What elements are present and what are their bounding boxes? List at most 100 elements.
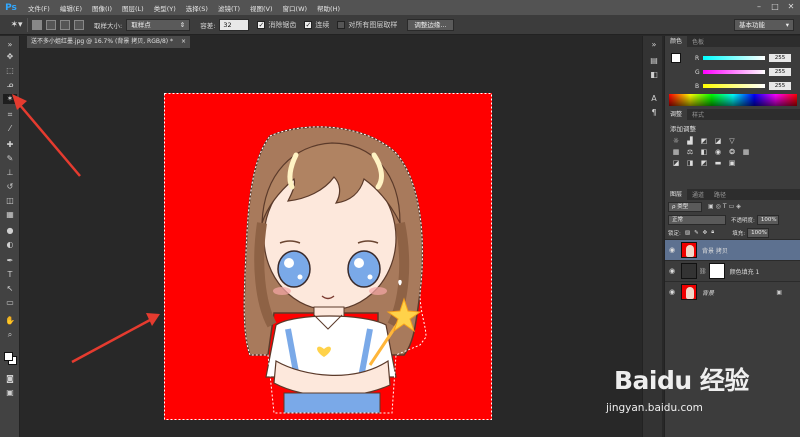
type-tool[interactable]: T [3,270,17,280]
eye-icon[interactable]: ◉ [665,288,679,296]
tab-swatches[interactable]: 色板 [687,37,709,46]
vibrance-icon[interactable]: ▽ [727,137,737,146]
new-selection-button[interactable] [32,19,42,30]
properties-icon[interactable]: ◧ [647,70,661,80]
workspace-select[interactable]: 基本功能 ▾ [734,19,794,31]
character-icon[interactable]: A [647,94,661,104]
move-tool[interactable]: ✥ [3,52,17,62]
history-brush-tool[interactable]: ↺ [3,182,17,192]
layer-filter-select[interactable]: ρ 类型 [668,201,702,212]
all-layers-checkbox[interactable]: 对所有图层取样 [337,20,397,30]
layer-name[interactable]: 颜色填充 1 [730,267,760,276]
eraser-tool[interactable]: ◫ [3,196,17,206]
tolerance-input[interactable]: 32 [219,18,250,31]
menu-select[interactable]: 选择(S) [181,3,213,13]
menu-window[interactable]: 窗口(W) [278,3,313,13]
color-spectrum-ramp[interactable] [669,94,797,106]
add-selection-button[interactable] [46,19,56,30]
blend-mode-select[interactable]: 正常 [668,214,726,225]
refine-edge-button[interactable]: 调整边缘... [407,18,454,31]
blue-slider[interactable]: B 255 [695,81,799,91]
close-button[interactable]: ✕ [786,2,796,12]
magic-wand-tool[interactable]: ✶ [3,94,17,104]
menu-image[interactable]: 图像(I) [87,3,117,13]
foreground-swatch[interactable] [671,53,681,63]
minimize-button[interactable]: – [754,2,764,12]
maximize-button[interactable]: □ [770,2,780,12]
foreground-color[interactable] [4,352,13,361]
healing-tool[interactable]: ✚ [3,140,17,150]
layer-row-color-fill[interactable]: ◉ ⛓ 颜色填充 1 [665,260,800,281]
red-slider[interactable]: R 255 [695,53,799,63]
lock-all-icon[interactable]: 🔒︎ [711,229,714,236]
shape-tool[interactable]: ▭ [3,298,17,308]
tab-layers[interactable]: 图层 [665,189,688,200]
marquee-tool[interactable]: ⬚ [3,66,17,76]
layer-name[interactable]: 背景 [702,288,714,297]
brightness-icon[interactable]: ☼ [671,137,681,146]
black-white-icon[interactable]: ◧ [699,148,709,157]
channel-mixer-icon[interactable]: ❂ [727,148,737,157]
menu-layer[interactable]: 图层(L) [117,3,149,13]
layer-name[interactable]: 背景 拷贝 [702,246,728,255]
document-canvas[interactable] [164,93,492,420]
color-balance-icon[interactable]: ⚖ [685,148,695,157]
hand-tool[interactable]: ✋ [3,316,17,326]
dodge-tool[interactable]: ◐ [3,240,17,250]
zoom-tool[interactable]: ⌕ [3,330,17,340]
red-slider-track[interactable] [703,56,765,60]
quick-mask-icon[interactable]: ◙ [3,374,17,384]
selective-color-icon[interactable]: ▣ [727,159,737,168]
lock-pixels-icon[interactable]: ✎ [694,230,699,236]
paragraph-icon[interactable]: ¶ [647,108,661,118]
posterize-icon[interactable]: ◨ [685,159,695,168]
collapse-icon[interactable]: » [647,40,661,50]
tab-color[interactable]: 颜色 [665,36,688,47]
curves-icon[interactable]: ◩ [699,137,709,146]
red-value[interactable]: 255 [769,54,791,62]
screen-mode-icon[interactable]: ▣ [3,388,17,398]
subtract-selection-button[interactable] [60,19,70,30]
menu-edit[interactable]: 编辑(E) [55,3,87,13]
green-value[interactable]: 255 [769,68,791,76]
gradient-tool[interactable]: ▦ [3,210,17,220]
menu-view[interactable]: 视图(V) [245,3,278,13]
brush-tool[interactable]: ✎ [3,154,17,164]
pen-tool[interactable]: ✒ [3,256,17,266]
fill-input[interactable]: 100% [747,227,770,238]
menu-type[interactable]: 类型(Y) [149,3,181,13]
menu-filter[interactable]: 滤镜(T) [213,3,245,13]
hue-saturation-icon[interactable]: ▦ [671,148,681,157]
sample-size-select[interactable]: 取样点 ⇕ [126,18,191,31]
intersect-selection-button[interactable] [74,19,84,30]
contiguous-checkbox[interactable]: ✓ 连续 [304,20,329,30]
lasso-tool[interactable]: ᓄ [3,80,17,90]
photo-filter-icon[interactable]: ◉ [713,148,723,157]
gradient-map-icon[interactable]: ▬ [713,159,723,168]
lock-position-icon[interactable]: ✥ [703,230,708,236]
eye-icon[interactable]: ◉ [665,246,679,254]
blur-tool[interactable]: ● [3,226,17,236]
tool-preset-picker[interactable]: ✶▾ [6,17,28,32]
fg-bg-color-swatch[interactable] [4,352,18,366]
exposure-icon[interactable]: ◪ [713,137,723,146]
tab-paths[interactable]: 路径 [709,190,731,199]
tab-styles[interactable]: 样式 [687,110,709,119]
color-panel-swatch[interactable] [671,53,685,67]
tab-channels[interactable]: 通道 [687,190,709,199]
eye-icon[interactable]: ◉ [665,267,679,275]
menu-help[interactable]: 帮助(H) [312,3,345,13]
layer-row-background-copy[interactable]: ◉ 背景 拷贝 [665,239,800,260]
eyedropper-tool[interactable]: ⁄ [3,124,17,134]
antialias-checkbox[interactable]: ✓ 消除锯齿 [257,20,296,30]
crop-tool[interactable]: ⌗ [3,110,17,120]
canvas-area[interactable] [21,48,641,437]
menu-file[interactable]: 文件(F) [23,3,55,13]
color-lookup-icon[interactable]: ▦ [741,148,751,157]
green-slider-track[interactable] [703,70,765,74]
tab-adjustments[interactable]: 调整 [665,109,688,120]
stamp-tool[interactable]: ⊥ [3,168,17,178]
history-icon[interactable]: ▤ [647,56,661,66]
threshold-icon[interactable]: ◩ [699,159,709,168]
levels-icon[interactable]: ▟ [685,137,695,146]
